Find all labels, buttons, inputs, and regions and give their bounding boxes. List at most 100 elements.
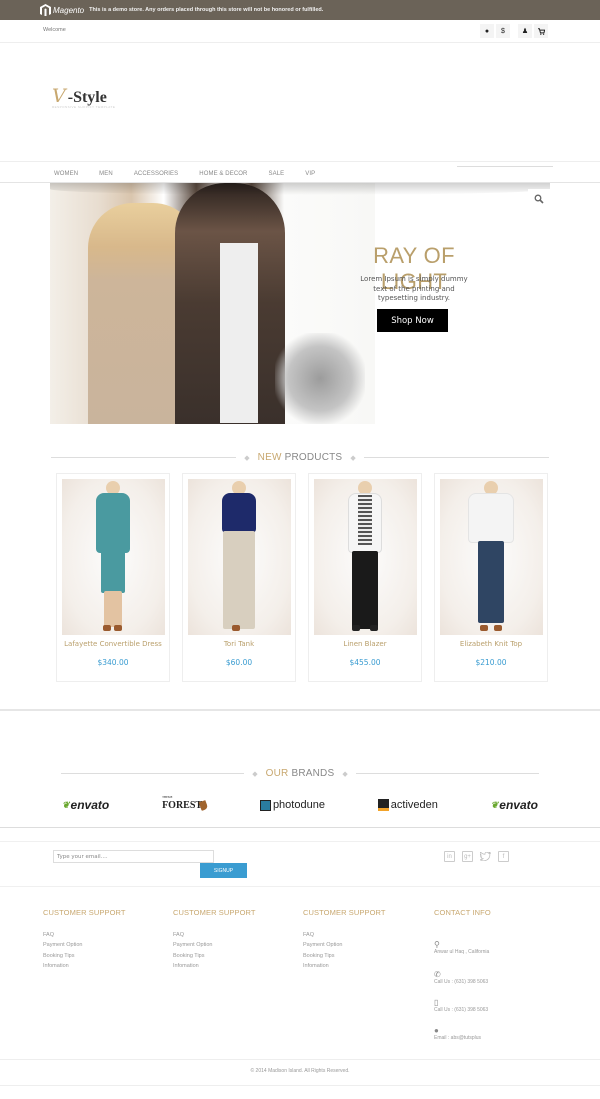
signup-button[interactable]: SIGNUP	[200, 863, 247, 878]
footer-link-payment-option[interactable]: Payment Option	[43, 940, 126, 950]
product-image[interactable]	[62, 479, 165, 635]
twitter-icon[interactable]	[480, 851, 491, 862]
heading-line-left	[51, 457, 237, 458]
footer-column-title: CUSTOMER SUPPORT	[43, 908, 126, 917]
phone-icon: ✆	[434, 970, 441, 979]
brands-divider	[0, 827, 600, 828]
hero-banner	[50, 183, 550, 424]
nav-item-accessories[interactable]: ACCESSORIES	[134, 171, 178, 177]
copyright-divider-bottom	[0, 1085, 600, 1086]
footer-column-contact-info: CONTACT INFO	[434, 908, 491, 930]
footer-link-information[interactable]: Infomation	[303, 961, 386, 971]
brand-logo-activeden[interactable]: activeden	[377, 799, 438, 811]
footer-link-faq[interactable]: FAQ	[173, 930, 256, 940]
nav-item-men[interactable]: MEN	[99, 171, 113, 177]
magento-logo-text: Magento	[53, 5, 85, 15]
nav-item-home-decor[interactable]: HOME & DECOR	[199, 171, 247, 177]
product-figure-bottom	[223, 531, 255, 629]
product-name[interactable]: Linen Blazer	[309, 640, 421, 648]
contact-address: ⚲ Anwar ul Haq , California	[434, 941, 490, 956]
footer-link-information[interactable]: Infomation	[173, 961, 256, 971]
brand-logo-envato[interactable]: ❦ envato	[62, 798, 109, 812]
footer-column-customer-support: CUSTOMER SUPPORT FAQ Payment Option Book…	[173, 908, 256, 971]
footer-link-faq[interactable]: FAQ	[303, 930, 386, 940]
product-figure-shoe	[114, 625, 122, 631]
footer-link-booking-tips[interactable]: Booking Tips	[303, 951, 386, 961]
brand-logo-envato[interactable]: ❦ envato	[491, 798, 538, 812]
nav-item-women[interactable]: WOMEN	[54, 171, 78, 177]
mobile-icon: ▯	[434, 998, 439, 1007]
account-user-icon[interactable]: ♟	[518, 24, 532, 38]
product-name[interactable]: Lafayette Convertible Dress	[57, 640, 169, 648]
main-nav: WOMEN MEN ACCESSORIES HOME & DECOR SALE …	[54, 171, 336, 177]
linkedin-icon[interactable]: in	[444, 851, 455, 862]
site-logo[interactable]: V -Style RESPONSIVE SHOPIFY TEMPLATE	[52, 85, 115, 109]
product-image[interactable]	[188, 479, 291, 635]
heading-line-right	[355, 773, 539, 774]
ornament-icon: ◆	[244, 454, 250, 462]
newsletter-email-input[interactable]	[53, 850, 214, 863]
nav-drop-shadow	[50, 183, 550, 195]
heading-line-right	[363, 457, 549, 458]
product-price: $455.00	[349, 658, 381, 667]
search-icon[interactable]	[528, 189, 550, 209]
our-brands-heading: ◆ OUR BRANDS ◆	[0, 768, 600, 779]
our-brands-title: OUR BRANDS	[265, 768, 335, 779]
footer-link-faq[interactable]: FAQ	[43, 930, 126, 940]
demo-notice-bar: Magento This is a demo store. Any orders…	[0, 0, 600, 20]
new-products-title: NEW PRODUCTS	[257, 452, 343, 463]
product-figure-shoe	[480, 625, 488, 631]
contact-address-text: Anwar ul Haq , California	[434, 949, 490, 955]
top-icon-group: ● $ ♟	[480, 24, 548, 38]
product-image[interactable]	[314, 479, 417, 635]
footer-link-booking-tips[interactable]: Booking Tips	[173, 951, 256, 961]
product-card[interactable]: Linen Blazer $455.00	[308, 473, 422, 682]
product-figure-shoe	[494, 625, 502, 631]
copyright-text: © 2014 Madison Island. All Rights Reserv…	[250, 1068, 350, 1074]
logo-mark: V	[52, 85, 66, 107]
facebook-icon[interactable]: f	[498, 851, 509, 862]
product-image[interactable]	[440, 479, 543, 635]
footer-column-title: CUSTOMER SUPPORT	[303, 908, 386, 917]
product-card[interactable]: Tori Tank $60.00	[182, 473, 296, 682]
product-name[interactable]: Tori Tank	[183, 640, 295, 648]
contact-phone-text: Call Us : (631) 398 5063	[434, 979, 489, 985]
footer-link-information[interactable]: Infomation	[43, 961, 126, 971]
welcome-message: Welcome	[43, 27, 66, 33]
social-links: in g+ f	[444, 851, 509, 862]
activeden-icon	[377, 799, 389, 811]
google-plus-icon[interactable]: g+	[462, 851, 473, 862]
footer-column-customer-support: CUSTOMER SUPPORT FAQ Payment Option Book…	[43, 908, 126, 971]
footer-link-payment-option[interactable]: Payment Option	[173, 940, 256, 950]
contact-phone: ✆ Call Us : (631) 398 5063	[434, 970, 489, 986]
nav-item-vip[interactable]: VIP	[305, 171, 315, 177]
product-figure-shoe	[352, 625, 360, 631]
language-globe-icon[interactable]: ●	[480, 24, 494, 38]
product-grid: Lafayette Convertible Dress $340.00 Tori…	[56, 473, 548, 682]
footer-link-booking-tips[interactable]: Booking Tips	[43, 951, 126, 961]
shop-now-button[interactable]: Shop Now	[377, 309, 448, 332]
nav-search-field[interactable]	[457, 166, 553, 167]
contact-mobile: ▯ Call Us : (631) 398 5063	[434, 998, 488, 1014]
copyright-divider-top	[0, 1059, 600, 1060]
product-figure-shoe	[103, 625, 111, 631]
product-name[interactable]: Elizabeth Knit Top	[435, 640, 547, 648]
product-figure-bottom	[101, 551, 125, 593]
product-card[interactable]: Lafayette Convertible Dress $340.00	[56, 473, 170, 682]
product-card[interactable]: Elizabeth Knit Top $210.00	[434, 473, 548, 682]
currency-dollar-icon[interactable]: $	[496, 24, 510, 38]
hero-model-shirt	[220, 243, 258, 423]
cart-icon[interactable]	[534, 24, 548, 38]
contact-email: ● Email : abs@tutsplus	[434, 1027, 481, 1042]
footer-link-payment-option[interactable]: Payment Option	[303, 940, 386, 950]
contact-email-text[interactable]: Email : abs@tutsplus	[434, 1035, 481, 1041]
product-price: $340.00	[97, 658, 129, 667]
nav-item-sale[interactable]: SALE	[268, 171, 284, 177]
hero-shadow	[275, 333, 365, 424]
magento-icon	[40, 4, 51, 16]
ornament-icon: ◆	[350, 454, 356, 462]
brand-logo-themeforest[interactable]: THEME FOREST	[162, 795, 209, 811]
footer-column-title: CUSTOMER SUPPORT	[173, 908, 256, 917]
hero-description: Lorem Ipsum is simply dummy text of the …	[360, 275, 468, 302]
brand-logo-photodune[interactable]: photodune	[259, 799, 325, 811]
